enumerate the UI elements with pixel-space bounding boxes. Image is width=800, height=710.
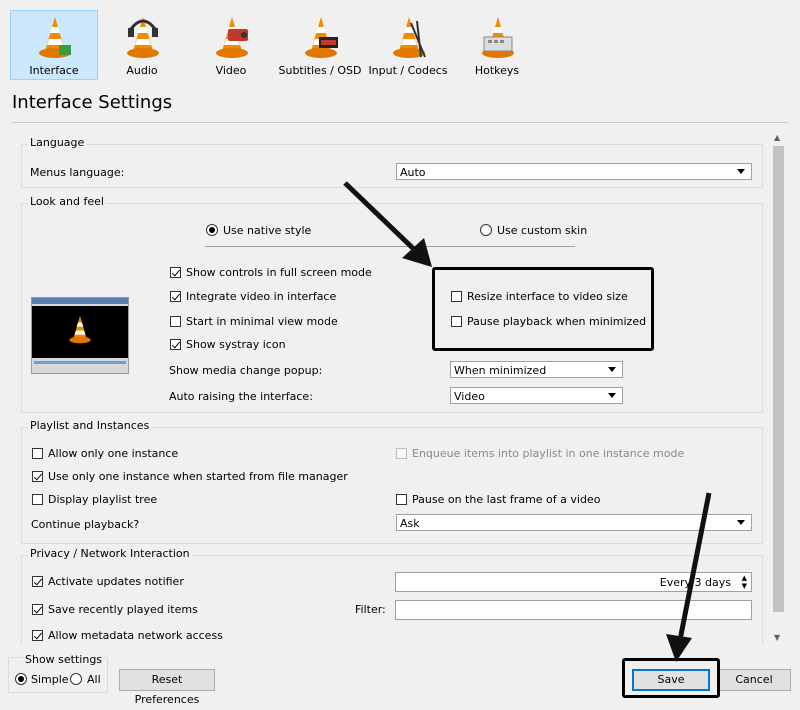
group-title: Privacy / Network Interaction xyxy=(28,547,192,560)
group-title: Language xyxy=(28,136,87,149)
tab-label: Subtitles / OSD xyxy=(278,64,362,77)
simple-label: Simple xyxy=(31,673,69,686)
tab-video[interactable]: Video xyxy=(187,10,275,80)
enqueue-checkbox[interactable] xyxy=(396,448,407,459)
chevron-down-icon xyxy=(737,169,745,174)
menus-language-label: Menus language: xyxy=(30,166,125,179)
all-radio[interactable] xyxy=(70,673,82,685)
native-style-label: Use native style xyxy=(223,224,312,237)
custom-skin-label: Use custom skin xyxy=(497,224,588,237)
group-title: Show settings xyxy=(23,653,105,666)
chevron-down-icon xyxy=(737,520,745,525)
filter-label: Filter: xyxy=(355,603,386,616)
file-manager-checkbox[interactable] xyxy=(32,471,43,482)
playlist-group: Playlist and Instances Allow only one in… xyxy=(21,419,763,544)
file-manager-label: Use only one instance when started from … xyxy=(48,470,348,483)
divider xyxy=(205,246,575,247)
dropdown-value: Auto xyxy=(400,166,426,179)
simple-radio[interactable] xyxy=(15,673,27,685)
annotation-highlight-box xyxy=(432,267,654,351)
tab-label: Input / Codecs xyxy=(368,64,448,77)
privacy-group: Privacy / Network Interaction Activate u… xyxy=(21,547,763,645)
tab-audio[interactable]: Audio xyxy=(98,10,186,80)
tab-label: Audio xyxy=(126,64,158,77)
cancel-button[interactable]: Cancel xyxy=(717,669,791,691)
native-style-radio[interactable] xyxy=(206,224,218,236)
divider xyxy=(12,122,788,123)
page-title: Interface Settings xyxy=(12,92,173,113)
media-popup-dropdown[interactable]: When minimized xyxy=(450,361,623,378)
integrate-video-checkbox[interactable] xyxy=(170,291,181,302)
tab-input-codecs[interactable]: Input / Codecs xyxy=(364,10,452,80)
show-settings-group: Show settings Simple All xyxy=(8,653,108,693)
enqueue-label: Enqueue items into playlist in one insta… xyxy=(412,447,685,460)
skin-preview-image xyxy=(31,297,129,374)
tab-interface[interactable]: Interface xyxy=(10,10,98,80)
category-toolbar: Interface Audio Video Subtitles / OSD In… xyxy=(0,0,800,86)
tab-label: Video xyxy=(215,64,247,77)
continue-playback-dropdown[interactable]: Ask xyxy=(396,514,752,531)
minimal-view-checkbox[interactable] xyxy=(170,316,181,327)
scrollbar-thumb[interactable] xyxy=(773,146,784,612)
annotation-highlight-box xyxy=(622,658,720,698)
pause-last-frame-label: Pause on the last frame of a video xyxy=(412,493,601,506)
vlc-cone-subtitles-icon xyxy=(305,17,338,58)
integrate-video-label: Integrate video in interface xyxy=(186,290,337,303)
settings-scroll-area: Language Menus language: Auto Look and f… xyxy=(12,130,788,645)
recently-played-label: Save recently played items xyxy=(48,603,198,616)
updates-notifier-label: Activate updates notifier xyxy=(48,575,184,588)
tab-label: Hotkeys xyxy=(474,64,520,77)
group-title: Look and feel xyxy=(28,195,106,208)
dropdown-value: When minimized xyxy=(454,364,547,377)
custom-skin-radio[interactable] xyxy=(480,224,492,236)
metadata-access-label: Allow metadata network access xyxy=(48,629,223,642)
systray-icon-label: Show systray icon xyxy=(186,338,286,351)
menus-language-dropdown[interactable]: Auto xyxy=(396,163,752,180)
vlc-cone-icon xyxy=(69,316,91,344)
tab-label: Interface xyxy=(29,64,79,77)
spin-arrows-icon[interactable]: ▲ ▼ xyxy=(742,574,747,590)
metadata-access-checkbox[interactable] xyxy=(32,630,43,641)
auto-raise-label: Auto raising the interface: xyxy=(169,390,313,403)
language-group: Language Menus language: Auto xyxy=(21,136,763,188)
vlc-cone-audio-icon xyxy=(127,17,159,58)
systray-icon-checkbox[interactable] xyxy=(170,339,181,350)
recently-played-checkbox[interactable] xyxy=(32,604,43,615)
minimal-view-label: Start in minimal view mode xyxy=(186,315,338,328)
dropdown-value: Video xyxy=(454,390,485,403)
scroll-up-icon[interactable]: ▲ xyxy=(774,133,780,142)
reset-preferences-button[interactable]: Reset Preferences xyxy=(119,669,215,706)
one-instance-checkbox[interactable] xyxy=(32,448,43,459)
vlc-cone-video-icon xyxy=(216,17,248,58)
vlc-cone-hotkeys-icon xyxy=(482,17,514,58)
vlc-cone-input-icon xyxy=(393,17,426,58)
vlc-cone-interface-icon xyxy=(39,17,71,58)
updates-interval-value: Every 3 days xyxy=(659,576,731,589)
auto-raise-dropdown[interactable]: Video xyxy=(450,387,623,404)
vertical-scrollbar[interactable]: ▲ ▼ xyxy=(770,130,788,645)
dropdown-value: Ask xyxy=(400,517,420,530)
updates-interval-spinbox[interactable]: Every 3 days ▲ ▼ xyxy=(395,572,752,592)
show-controls-checkbox[interactable] xyxy=(170,267,181,278)
display-tree-label: Display playlist tree xyxy=(48,493,158,506)
all-label: All xyxy=(87,673,101,686)
chevron-down-icon xyxy=(608,393,616,398)
media-popup-label: Show media change popup: xyxy=(169,364,323,377)
one-instance-label: Allow only one instance xyxy=(48,447,179,460)
scroll-down-icon[interactable]: ▼ xyxy=(774,633,780,642)
tab-subtitles-osd[interactable]: Subtitles / OSD xyxy=(276,10,364,80)
continue-playback-label: Continue playback? xyxy=(31,518,140,531)
show-controls-label: Show controls in full screen mode xyxy=(186,266,372,279)
pause-last-frame-checkbox[interactable] xyxy=(396,494,407,505)
tab-hotkeys[interactable]: Hotkeys xyxy=(453,10,541,80)
chevron-down-icon xyxy=(608,367,616,372)
filter-input[interactable] xyxy=(395,600,752,620)
group-title: Playlist and Instances xyxy=(28,419,152,432)
updates-notifier-checkbox[interactable] xyxy=(32,576,43,587)
display-tree-checkbox[interactable] xyxy=(32,494,43,505)
